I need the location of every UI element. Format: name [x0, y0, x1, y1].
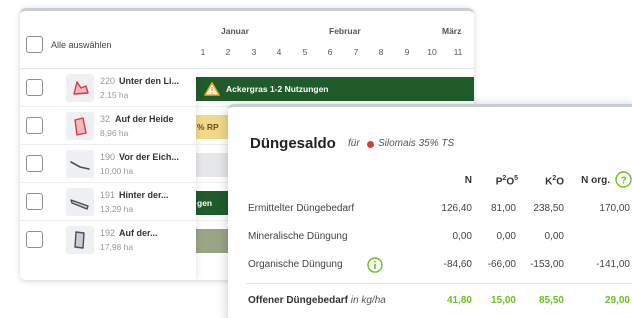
column-header-p2o5: P2O5 — [495, 175, 518, 188]
field-shape-icon — [66, 74, 94, 102]
field-checkbox[interactable] — [26, 79, 43, 96]
value-n: -84,60 — [443, 259, 472, 270]
week-label: 7 — [353, 47, 359, 57]
field-checkbox[interactable] — [26, 117, 43, 134]
field-row[interactable]: 220 Unter den Li... 2,15 ha — [20, 69, 474, 107]
field-shape-icon — [66, 112, 94, 140]
column-header-k2o: K2O — [545, 175, 564, 188]
field-shape-icon — [66, 188, 94, 216]
total-n: 41,80 — [446, 295, 472, 306]
month-maerz: März — [442, 26, 462, 36]
field-checkbox[interactable] — [26, 231, 43, 248]
field-number: 32 — [100, 114, 111, 124]
field-name: Hinter der... — [119, 190, 169, 200]
field-area: 17,98 ha — [100, 242, 134, 252]
field-name: Auf der Heide — [115, 114, 174, 124]
svg-text:?: ? — [620, 175, 626, 186]
week-label: 2 — [225, 47, 231, 57]
week-label: 9 — [404, 47, 410, 57]
field-number: 220 — [100, 76, 116, 86]
week-label: 1 — [200, 47, 206, 57]
value-k2o: -153,00 — [530, 259, 564, 270]
week-label: 6 — [327, 47, 333, 57]
field-checkbox[interactable] — [26, 193, 43, 210]
value-k2o: 0,00 — [544, 231, 564, 242]
month-januar: Januar — [221, 26, 249, 36]
select-all-label: Alle auswählen — [51, 40, 112, 50]
week-label: 4 — [276, 47, 282, 57]
week-label: 5 — [302, 47, 308, 57]
field-area: 13,29 ha — [100, 204, 134, 214]
crop-color-dot — [367, 141, 374, 148]
value-p2o5: -66,00 — [487, 259, 516, 270]
field-name: Unter den Li... — [119, 76, 180, 86]
week-label: 8 — [378, 47, 384, 57]
field-shape-icon — [66, 226, 94, 254]
value-k2o: 238,50 — [533, 203, 564, 214]
panel-title: Düngesaldo — [250, 135, 336, 152]
field-name: Vor der Eich... — [119, 152, 179, 162]
duengesaldo-panel: Düngesaldo für Silomais 35% TS N P2O5 K2… — [228, 104, 632, 318]
field-area: 10,00 ha — [100, 166, 134, 176]
row-label: Ermittelter Düngebedarf — [248, 203, 355, 214]
row-label: Organische Düngung — [248, 259, 343, 270]
field-number: 191 — [100, 190, 116, 200]
total-norg: 29,00 — [604, 295, 630, 306]
planner-header: Alle auswählen Januar Februar März 1 2 3… — [20, 11, 474, 69]
field-area: 2,15 ha — [100, 90, 129, 100]
table-divider — [246, 283, 632, 284]
crop-prefix: für — [348, 138, 360, 149]
total-k2o: 85,50 — [538, 295, 564, 306]
column-header-norg: N org. — [581, 175, 610, 186]
value-norg: 170,00 — [599, 203, 630, 214]
field-area: 8,96 ha — [100, 128, 129, 138]
week-label: 10 — [427, 47, 437, 57]
week-label: 3 — [251, 47, 257, 57]
field-shape-icon — [66, 150, 94, 178]
total-p2o5: 15,00 — [490, 295, 516, 306]
select-all-checkbox[interactable] — [26, 36, 43, 53]
field-number: 192 — [100, 228, 116, 238]
total-row-label: Offener Düngebedarf in kg/ha — [248, 295, 386, 306]
month-februar: Februar — [329, 26, 361, 36]
value-p2o5: 81,00 — [490, 203, 516, 214]
field-checkbox[interactable] — [26, 155, 43, 172]
row-label: Mineralische Düngung — [248, 231, 348, 242]
field-name: Auf der... — [119, 228, 158, 238]
info-icon[interactable] — [367, 257, 383, 278]
value-norg: -141,00 — [596, 259, 630, 270]
value-p2o5: 0,00 — [496, 231, 516, 242]
value-n: 0,00 — [452, 231, 472, 242]
column-header-n: N — [464, 175, 472, 186]
field-number: 190 — [100, 152, 116, 162]
value-n: 126,40 — [441, 203, 472, 214]
week-label: 11 — [453, 47, 463, 57]
crop-name: Silomais 35% TS — [378, 138, 455, 149]
help-icon[interactable]: ? — [615, 171, 632, 193]
